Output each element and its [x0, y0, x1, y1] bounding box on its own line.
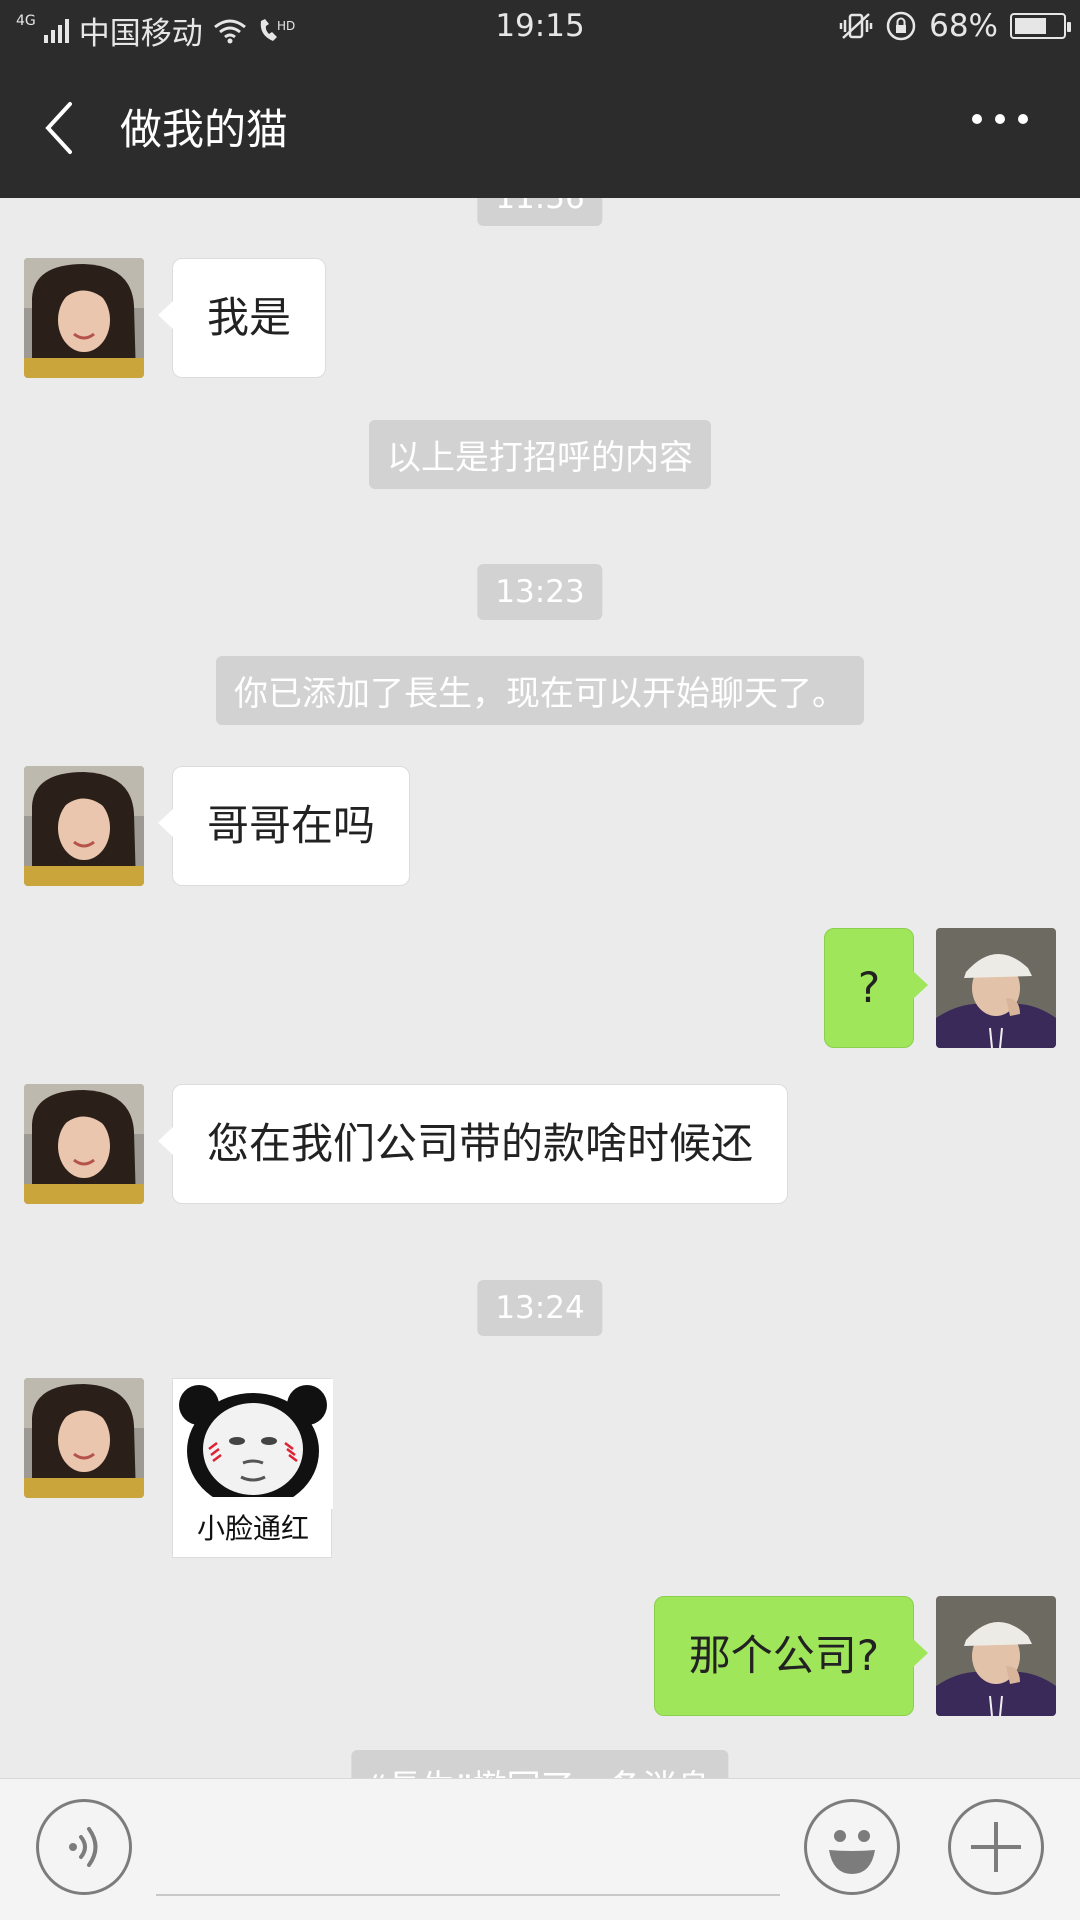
system-message-partial: “長生”撤回了一条消息	[351, 1750, 729, 1778]
system-message: 以上是打招呼的内容	[369, 420, 711, 489]
contact-avatar[interactable]	[24, 1378, 144, 1498]
battery-fill	[1015, 18, 1046, 34]
contact-avatar[interactable]	[24, 258, 144, 378]
message-bubble-incoming[interactable]: 哥哥在吗	[157, 766, 411, 886]
voice-icon	[69, 1827, 98, 1867]
timestamp-partial: 11:56	[477, 198, 603, 226]
timestamp: 13:24	[477, 1280, 603, 1336]
more-options-icon[interactable]	[972, 104, 1028, 134]
chat-area[interactable]: 11:56 我是 以上是打招呼的内容 13:23 你已添加了長生，现在可以开始聊…	[0, 198, 1080, 1778]
input-bar	[0, 1778, 1080, 1920]
my-avatar[interactable]	[936, 928, 1056, 1048]
top-bar: 4G 中国移动 HD 19:15 68% 做我的猫	[0, 0, 1080, 198]
back-arrow-icon[interactable]	[40, 100, 90, 156]
emoji-button[interactable]	[804, 1799, 900, 1895]
message-bubble-incoming[interactable]: 您在我们公司带的款啥时候还	[157, 1084, 789, 1204]
title-bar: 做我的猫	[0, 56, 1080, 198]
battery-icon	[1010, 13, 1071, 39]
my-avatar[interactable]	[936, 1596, 1056, 1716]
panda-face-sticker	[173, 1379, 333, 1509]
chat-title: 做我的猫	[120, 105, 289, 154]
sticker-caption: 小脸通红	[196, 1512, 309, 1545]
plus-icon	[971, 1822, 1021, 1872]
contact-avatar[interactable]	[24, 1084, 144, 1204]
message-bubble-incoming[interactable]: 我是	[157, 258, 327, 378]
more-functions-button[interactable]	[948, 1799, 1044, 1895]
voice-input-button[interactable]	[36, 1799, 132, 1895]
system-message: 你已添加了長生，现在可以开始聊天了。	[216, 656, 864, 725]
status-bar: 4G 中国移动 HD 19:15 68%	[0, 0, 1080, 56]
sticker-message[interactable]: 小脸通红	[172, 1378, 333, 1558]
message-bubble-outgoing[interactable]: ?	[824, 928, 928, 1048]
message-input[interactable]	[156, 1894, 780, 1896]
battery-percent: 68%	[929, 8, 998, 44]
contact-avatar[interactable]	[24, 766, 144, 886]
message-bubble-outgoing[interactable]: 那个公司?	[653, 1596, 929, 1716]
timestamp: 13:23	[477, 564, 603, 620]
emoji-icon	[829, 1830, 875, 1874]
rotation-lock-icon	[886, 11, 916, 41]
vibrate-silent-icon	[839, 13, 873, 39]
